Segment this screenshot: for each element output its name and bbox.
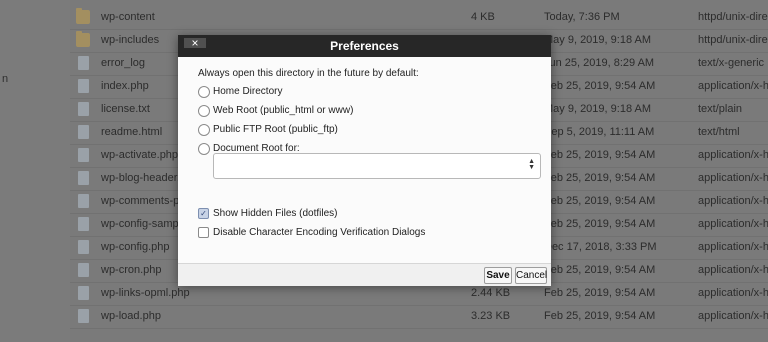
file-date: Feb 25, 2019, 9:54 AM bbox=[544, 195, 656, 207]
dialog-title: Preferences bbox=[330, 39, 399, 53]
left-pane: n bbox=[0, 0, 70, 342]
file-type: application/x-h bbox=[698, 149, 768, 161]
file-name: wp-comments-po bbox=[101, 195, 186, 207]
file-date: Feb 25, 2019, 9:54 AM bbox=[544, 218, 656, 230]
table-row[interactable]: wp-load.php 3.23 KB Feb 25, 2019, 9:54 A… bbox=[70, 305, 768, 329]
file-date: Feb 25, 2019, 9:54 AM bbox=[544, 287, 656, 299]
file-type: application/x-h bbox=[698, 287, 768, 299]
file-type: text/x-generic bbox=[698, 57, 765, 69]
php-file-icon bbox=[78, 309, 89, 323]
show-hidden-files-label: Show Hidden Files (dotfiles) bbox=[213, 208, 338, 219]
file-date: Dec 17, 2018, 3:33 PM bbox=[544, 241, 657, 253]
file-type: httpd/unix-direc bbox=[698, 34, 768, 46]
folder-icon bbox=[76, 8, 90, 24]
file-type: application/x-h bbox=[698, 264, 768, 276]
php-file-icon bbox=[78, 286, 89, 300]
file-date: Sep 5, 2019, 11:11 AM bbox=[544, 126, 655, 138]
file-size: 3.23 KB bbox=[471, 310, 511, 322]
file-name: wp-load.php bbox=[101, 310, 161, 322]
dialog-titlebar: × Preferences bbox=[178, 35, 551, 57]
table-row[interactable]: wp-content 4 KB Today, 7:36 PM httpd/uni… bbox=[70, 6, 768, 30]
disable-encoding-verification-label: Disable Character Encoding Verification … bbox=[213, 227, 426, 238]
php-file-icon bbox=[78, 263, 89, 277]
disable-encoding-verification-checkbox[interactable] bbox=[198, 227, 209, 238]
radio-home-directory[interactable] bbox=[198, 86, 210, 98]
file-manager-screen: n wp-content 4 KB Today, 7:36 PM httpd/u… bbox=[0, 0, 768, 342]
file-name: wp-includes bbox=[101, 34, 160, 46]
file-name: readme.html bbox=[101, 126, 163, 138]
file-name: license.txt bbox=[101, 103, 150, 115]
file-size: 2.44 KB bbox=[471, 287, 511, 299]
radio-web-root[interactable] bbox=[198, 105, 210, 117]
file-date: Feb 25, 2019, 9:54 AM bbox=[544, 310, 656, 322]
file-date: Feb 25, 2019, 9:54 AM bbox=[544, 80, 656, 92]
file-name: wp-config-sampl bbox=[101, 218, 182, 230]
php-file-icon bbox=[78, 194, 89, 208]
file-date: Feb 25, 2019, 9:54 AM bbox=[544, 149, 656, 161]
file-name: wp-links-opml.php bbox=[101, 287, 190, 299]
file-name: wp-activate.php bbox=[101, 149, 179, 161]
file-type: text/plain bbox=[698, 103, 743, 115]
check-icon: ✓ bbox=[200, 209, 207, 218]
html-file-icon bbox=[78, 125, 89, 139]
document-icon bbox=[78, 56, 89, 70]
file-name: index.php bbox=[101, 80, 149, 92]
php-file-icon bbox=[78, 148, 89, 162]
file-date: Feb 25, 2019, 9:54 AM bbox=[544, 264, 656, 276]
radio-label-public-ftp-root: Public FTP Root (public_ftp) bbox=[213, 124, 338, 135]
file-type: application/x-h bbox=[698, 218, 768, 230]
php-file-icon bbox=[78, 217, 89, 231]
file-name: wp-content bbox=[101, 11, 155, 23]
dialog-body: Always open this directory in the future… bbox=[178, 57, 551, 263]
file-type: application/x-h bbox=[698, 80, 768, 92]
file-name: wp-blog-header. bbox=[101, 172, 180, 184]
file-size: 4 KB bbox=[471, 11, 495, 23]
file-type: httpd/unix-direc bbox=[698, 11, 768, 23]
folder-icon bbox=[76, 31, 90, 47]
file-date: Jun 25, 2019, 8:29 AM bbox=[544, 57, 655, 69]
file-name: wp-cron.php bbox=[101, 264, 162, 276]
radio-label-web-root: Web Root (public_html or www) bbox=[213, 105, 354, 116]
file-date: May 9, 2019, 9:18 AM bbox=[544, 103, 652, 115]
php-file-icon bbox=[78, 79, 89, 93]
select-arrows-icon: ▲ ▼ bbox=[528, 158, 535, 171]
radio-public-ftp-root[interactable] bbox=[198, 124, 210, 136]
file-date: May 9, 2019, 9:18 AM bbox=[544, 34, 652, 46]
document-icon bbox=[78, 102, 89, 116]
left-pane-fragment: n bbox=[2, 73, 9, 85]
radio-label-home-directory: Home Directory bbox=[213, 86, 283, 97]
file-type: application/x-h bbox=[698, 310, 768, 322]
show-hidden-files-checkbox[interactable]: ✓ bbox=[198, 208, 209, 219]
file-type: text/html bbox=[698, 126, 740, 138]
file-date: Today, 7:36 PM bbox=[544, 11, 620, 23]
radio-document-root[interactable] bbox=[198, 143, 210, 155]
preferences-dialog: × Preferences Always open this directory… bbox=[178, 35, 551, 286]
file-type: application/x-h bbox=[698, 172, 768, 184]
file-type: application/x-h bbox=[698, 241, 768, 253]
php-file-icon bbox=[78, 240, 89, 254]
file-name: error_log bbox=[101, 57, 146, 69]
save-button[interactable]: Save bbox=[484, 267, 512, 284]
document-root-select[interactable]: ▲ ▼ bbox=[213, 153, 541, 179]
cancel-button[interactable]: Cancel bbox=[515, 267, 547, 284]
default-directory-heading: Always open this directory in the future… bbox=[198, 68, 419, 79]
dialog-footer: Save Cancel bbox=[178, 263, 551, 286]
file-name: wp-config.php bbox=[101, 241, 170, 253]
file-date: Feb 25, 2019, 9:54 AM bbox=[544, 172, 656, 184]
php-file-icon bbox=[78, 171, 89, 185]
file-type: application/x-h bbox=[698, 195, 768, 207]
